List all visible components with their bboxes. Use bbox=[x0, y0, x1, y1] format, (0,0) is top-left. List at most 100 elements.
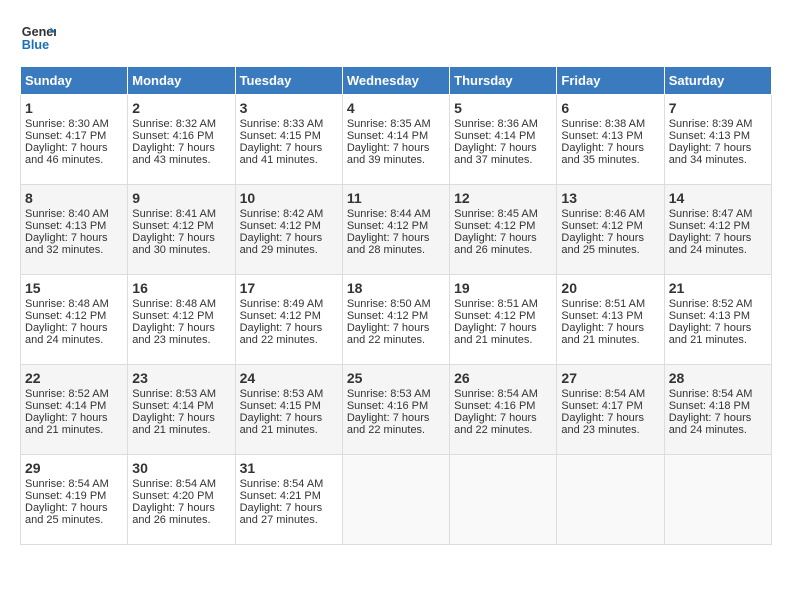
sunrise-text: Sunrise: 8:54 AM bbox=[132, 478, 216, 490]
sunset-text: Sunset: 4:16 PM bbox=[132, 130, 213, 142]
day-number: 14 bbox=[669, 190, 767, 206]
calendar-cell: 1 Sunrise: 8:30 AM Sunset: 4:17 PM Dayli… bbox=[21, 95, 128, 185]
sunrise-text: Sunrise: 8:49 AM bbox=[240, 298, 324, 310]
daylight-text: Daylight: 7 hours and 22 minutes. bbox=[240, 322, 323, 346]
sunrise-text: Sunrise: 8:33 AM bbox=[240, 118, 324, 130]
sunrise-text: Sunrise: 8:45 AM bbox=[454, 208, 538, 220]
daylight-text: Daylight: 7 hours and 21 minutes. bbox=[240, 412, 323, 436]
calendar-cell bbox=[664, 455, 771, 545]
logo-icon: General Blue bbox=[20, 20, 56, 56]
calendar-week-5: 29 Sunrise: 8:54 AM Sunset: 4:19 PM Dayl… bbox=[21, 455, 772, 545]
sunset-text: Sunset: 4:14 PM bbox=[132, 400, 213, 412]
calendar-cell: 19 Sunrise: 8:51 AM Sunset: 4:12 PM Dayl… bbox=[450, 275, 557, 365]
sunrise-text: Sunrise: 8:39 AM bbox=[669, 118, 753, 130]
sunset-text: Sunset: 4:14 PM bbox=[25, 400, 106, 412]
sunset-text: Sunset: 4:16 PM bbox=[347, 400, 428, 412]
calendar-cell: 6 Sunrise: 8:38 AM Sunset: 4:13 PM Dayli… bbox=[557, 95, 664, 185]
calendar-cell: 20 Sunrise: 8:51 AM Sunset: 4:13 PM Dayl… bbox=[557, 275, 664, 365]
daylight-text: Daylight: 7 hours and 21 minutes. bbox=[669, 322, 752, 346]
day-number: 28 bbox=[669, 370, 767, 386]
sunrise-text: Sunrise: 8:48 AM bbox=[132, 298, 216, 310]
sunrise-text: Sunrise: 8:36 AM bbox=[454, 118, 538, 130]
col-header-sunday: Sunday bbox=[21, 67, 128, 95]
sunset-text: Sunset: 4:13 PM bbox=[25, 220, 106, 232]
sunset-text: Sunset: 4:12 PM bbox=[454, 220, 535, 232]
calendar-cell: 11 Sunrise: 8:44 AM Sunset: 4:12 PM Dayl… bbox=[342, 185, 449, 275]
day-number: 15 bbox=[25, 280, 123, 296]
calendar-cell: 23 Sunrise: 8:53 AM Sunset: 4:14 PM Dayl… bbox=[128, 365, 235, 455]
day-number: 21 bbox=[669, 280, 767, 296]
day-number: 8 bbox=[25, 190, 123, 206]
day-number: 7 bbox=[669, 100, 767, 116]
daylight-text: Daylight: 7 hours and 25 minutes. bbox=[25, 502, 108, 526]
sunset-text: Sunset: 4:12 PM bbox=[132, 310, 213, 322]
sunrise-text: Sunrise: 8:40 AM bbox=[25, 208, 109, 220]
calendar-cell: 27 Sunrise: 8:54 AM Sunset: 4:17 PM Dayl… bbox=[557, 365, 664, 455]
page-header: General Blue bbox=[20, 20, 772, 56]
day-number: 17 bbox=[240, 280, 338, 296]
calendar-cell: 31 Sunrise: 8:54 AM Sunset: 4:21 PM Dayl… bbox=[235, 455, 342, 545]
daylight-text: Daylight: 7 hours and 21 minutes. bbox=[132, 412, 215, 436]
daylight-text: Daylight: 7 hours and 26 minutes. bbox=[454, 232, 537, 256]
sunset-text: Sunset: 4:12 PM bbox=[240, 220, 321, 232]
sunrise-text: Sunrise: 8:51 AM bbox=[454, 298, 538, 310]
sunrise-text: Sunrise: 8:35 AM bbox=[347, 118, 431, 130]
day-number: 16 bbox=[132, 280, 230, 296]
day-number: 3 bbox=[240, 100, 338, 116]
day-number: 26 bbox=[454, 370, 552, 386]
daylight-text: Daylight: 7 hours and 21 minutes. bbox=[561, 322, 644, 346]
sunrise-text: Sunrise: 8:38 AM bbox=[561, 118, 645, 130]
svg-text:Blue: Blue bbox=[22, 38, 49, 52]
calendar-cell: 10 Sunrise: 8:42 AM Sunset: 4:12 PM Dayl… bbox=[235, 185, 342, 275]
sunset-text: Sunset: 4:20 PM bbox=[132, 490, 213, 502]
day-number: 22 bbox=[25, 370, 123, 386]
daylight-text: Daylight: 7 hours and 23 minutes. bbox=[561, 412, 644, 436]
sunset-text: Sunset: 4:19 PM bbox=[25, 490, 106, 502]
calendar-table: SundayMondayTuesdayWednesdayThursdayFrid… bbox=[20, 66, 772, 545]
sunset-text: Sunset: 4:14 PM bbox=[347, 130, 428, 142]
calendar-cell: 21 Sunrise: 8:52 AM Sunset: 4:13 PM Dayl… bbox=[664, 275, 771, 365]
col-header-tuesday: Tuesday bbox=[235, 67, 342, 95]
daylight-text: Daylight: 7 hours and 22 minutes. bbox=[347, 322, 430, 346]
day-number: 5 bbox=[454, 100, 552, 116]
day-number: 24 bbox=[240, 370, 338, 386]
calendar-cell: 17 Sunrise: 8:49 AM Sunset: 4:12 PM Dayl… bbox=[235, 275, 342, 365]
sunset-text: Sunset: 4:17 PM bbox=[561, 400, 642, 412]
calendar-week-4: 22 Sunrise: 8:52 AM Sunset: 4:14 PM Dayl… bbox=[21, 365, 772, 455]
sunset-text: Sunset: 4:13 PM bbox=[669, 310, 750, 322]
day-number: 19 bbox=[454, 280, 552, 296]
daylight-text: Daylight: 7 hours and 27 minutes. bbox=[240, 502, 323, 526]
sunrise-text: Sunrise: 8:50 AM bbox=[347, 298, 431, 310]
daylight-text: Daylight: 7 hours and 21 minutes. bbox=[454, 322, 537, 346]
calendar-cell: 2 Sunrise: 8:32 AM Sunset: 4:16 PM Dayli… bbox=[128, 95, 235, 185]
daylight-text: Daylight: 7 hours and 22 minutes. bbox=[454, 412, 537, 436]
sunrise-text: Sunrise: 8:54 AM bbox=[25, 478, 109, 490]
sunset-text: Sunset: 4:12 PM bbox=[25, 310, 106, 322]
sunset-text: Sunset: 4:15 PM bbox=[240, 130, 321, 142]
daylight-text: Daylight: 7 hours and 35 minutes. bbox=[561, 142, 644, 166]
day-number: 11 bbox=[347, 190, 445, 206]
sunset-text: Sunset: 4:13 PM bbox=[669, 130, 750, 142]
calendar-cell: 8 Sunrise: 8:40 AM Sunset: 4:13 PM Dayli… bbox=[21, 185, 128, 275]
daylight-text: Daylight: 7 hours and 24 minutes. bbox=[25, 322, 108, 346]
col-header-monday: Monday bbox=[128, 67, 235, 95]
daylight-text: Daylight: 7 hours and 30 minutes. bbox=[132, 232, 215, 256]
sunrise-text: Sunrise: 8:54 AM bbox=[454, 388, 538, 400]
daylight-text: Daylight: 7 hours and 29 minutes. bbox=[240, 232, 323, 256]
calendar-cell: 12 Sunrise: 8:45 AM Sunset: 4:12 PM Dayl… bbox=[450, 185, 557, 275]
daylight-text: Daylight: 7 hours and 32 minutes. bbox=[25, 232, 108, 256]
daylight-text: Daylight: 7 hours and 39 minutes. bbox=[347, 142, 430, 166]
day-number: 4 bbox=[347, 100, 445, 116]
day-number: 1 bbox=[25, 100, 123, 116]
calendar-week-2: 8 Sunrise: 8:40 AM Sunset: 4:13 PM Dayli… bbox=[21, 185, 772, 275]
calendar-cell: 14 Sunrise: 8:47 AM Sunset: 4:12 PM Dayl… bbox=[664, 185, 771, 275]
day-number: 12 bbox=[454, 190, 552, 206]
calendar-cell: 16 Sunrise: 8:48 AM Sunset: 4:12 PM Dayl… bbox=[128, 275, 235, 365]
sunrise-text: Sunrise: 8:54 AM bbox=[561, 388, 645, 400]
calendar-cell: 13 Sunrise: 8:46 AM Sunset: 4:12 PM Dayl… bbox=[557, 185, 664, 275]
calendar-cell: 26 Sunrise: 8:54 AM Sunset: 4:16 PM Dayl… bbox=[450, 365, 557, 455]
calendar-cell: 7 Sunrise: 8:39 AM Sunset: 4:13 PM Dayli… bbox=[664, 95, 771, 185]
sunset-text: Sunset: 4:18 PM bbox=[669, 400, 750, 412]
sunrise-text: Sunrise: 8:53 AM bbox=[347, 388, 431, 400]
daylight-text: Daylight: 7 hours and 37 minutes. bbox=[454, 142, 537, 166]
